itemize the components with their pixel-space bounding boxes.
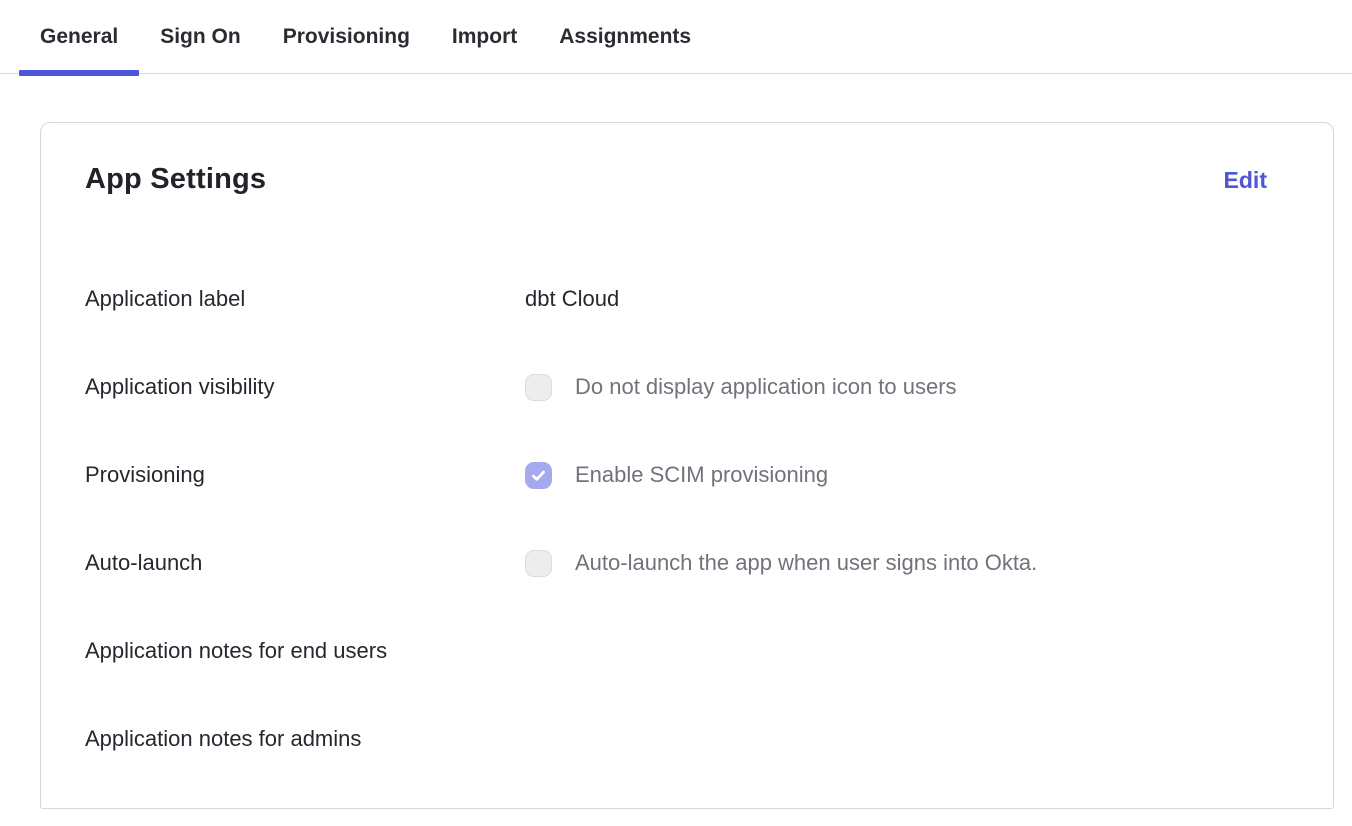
- field-label: Application label: [85, 285, 525, 313]
- app-settings-card: App Settings Edit Application label dbt …: [40, 122, 1334, 809]
- row-notes-admins: Application notes for admins: [85, 725, 1289, 753]
- visibility-checkbox[interactable]: [525, 374, 552, 401]
- tab-general[interactable]: General: [19, 0, 139, 73]
- tab-assignments[interactable]: Assignments: [538, 0, 712, 73]
- card-title: App Settings: [85, 163, 266, 196]
- scim-provisioning-checkbox[interactable]: [525, 462, 552, 489]
- row-auto-launch: Auto-launch Auto-launch the app when use…: [85, 549, 1289, 577]
- row-notes-end-users: Application notes for end users: [85, 637, 1289, 665]
- visibility-checkbox-label: Do not display application icon to users: [575, 373, 957, 401]
- tab-provisioning[interactable]: Provisioning: [262, 0, 431, 73]
- scim-provisioning-checkbox-label: Enable SCIM provisioning: [575, 461, 828, 489]
- tab-bar: General Sign On Provisioning Import Assi…: [0, 0, 1352, 74]
- field-label: Application notes for end users: [85, 637, 525, 665]
- row-application-visibility: Application visibility Do not display ap…: [85, 373, 1289, 401]
- auto-launch-checkbox[interactable]: [525, 550, 552, 577]
- field-label: Provisioning: [85, 461, 525, 489]
- auto-launch-check-group: Auto-launch the app when user signs into…: [525, 549, 1037, 577]
- application-label-value: dbt Cloud: [525, 285, 619, 313]
- edit-link[interactable]: Edit: [1224, 167, 1267, 194]
- visibility-check-group: Do not display application icon to users: [525, 373, 957, 401]
- field-label: Application visibility: [85, 373, 525, 401]
- auto-launch-checkbox-label: Auto-launch the app when user signs into…: [575, 549, 1037, 577]
- row-application-label: Application label dbt Cloud: [85, 285, 1289, 313]
- tab-sign-on[interactable]: Sign On: [139, 0, 262, 73]
- checkmark-icon: [530, 467, 547, 484]
- row-provisioning: Provisioning Enable SCIM provisioning: [85, 461, 1289, 489]
- tab-import[interactable]: Import: [431, 0, 538, 73]
- field-label: Auto-launch: [85, 549, 525, 577]
- provisioning-check-group: Enable SCIM provisioning: [525, 461, 828, 489]
- card-header: App Settings Edit: [85, 163, 1289, 196]
- field-label: Application notes for admins: [85, 725, 525, 753]
